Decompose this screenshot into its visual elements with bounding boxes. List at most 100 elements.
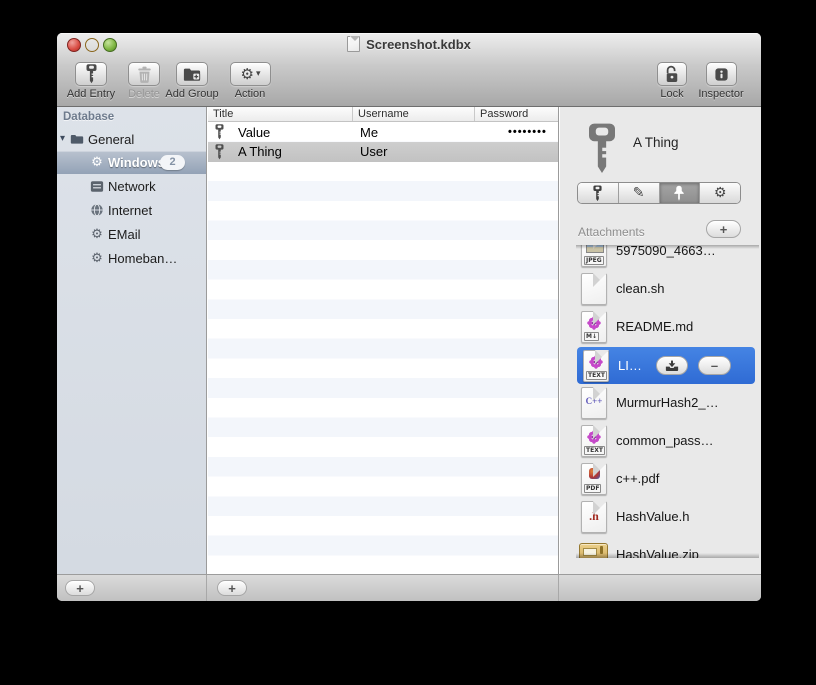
app-window: Screenshot.kdbx Add Entry Delete Add Gro…	[57, 33, 761, 601]
attachment-item[interactable]: JPEG 5975090_4663…	[576, 245, 759, 267]
jpeg-file-icon: JPEG	[581, 245, 607, 267]
attachment-name: HashValue.h	[616, 509, 690, 524]
add-entry-button[interactable]	[75, 62, 107, 86]
sidebar-divider[interactable]	[206, 107, 207, 575]
cpp-glyph: C++	[585, 396, 603, 406]
sidebar-item-network[interactable]: Network	[57, 175, 206, 197]
delete-button[interactable]	[128, 62, 160, 86]
flower-icon	[584, 355, 608, 369]
add-group-bottom-button[interactable]: +	[65, 580, 95, 596]
key-icon	[593, 185, 602, 202]
attachment-name: HashValue.zip	[616, 547, 699, 558]
document-icon	[347, 36, 361, 52]
group-sidebar: Database ▾ General ⚙ Windows 2 Network I…	[57, 107, 206, 575]
key-icon	[86, 64, 97, 84]
sidebar-item-email[interactable]: ⚙ EMail	[57, 223, 206, 245]
attachments-list: JPEG 5975090_4663… clean.sh M↓ README.md…	[576, 245, 759, 558]
cell-password: ••••••••	[508, 126, 547, 138]
cell-username: Me	[360, 124, 379, 140]
remove-attachment-button[interactable]: –	[698, 356, 731, 375]
gear-icon: ⚙	[91, 155, 103, 170]
inspector-entry-title: A Thing	[633, 135, 679, 150]
plus-icon: +	[719, 221, 728, 237]
content-area: Database ▾ General ⚙ Windows 2 Network I…	[57, 107, 761, 575]
plus-icon: +	[228, 580, 236, 596]
info-icon	[714, 67, 729, 82]
markdown-file-icon: M↓	[581, 311, 607, 343]
attachment-name: MurmurHash2_…	[616, 395, 719, 410]
delete-label: Delete	[128, 88, 160, 100]
table-row-selected[interactable]: A Thing User	[208, 141, 558, 162]
attachments-label: Attachments	[578, 225, 645, 239]
add-group-label: Add Group	[165, 88, 219, 100]
file-type-badge: M↓	[584, 332, 599, 341]
sidebar-section-header: Database	[63, 111, 115, 123]
zoom-button[interactable]	[103, 38, 117, 52]
column-header-password[interactable]: Password	[475, 107, 558, 121]
attachment-item[interactable]: PDF c++.pdf	[576, 463, 759, 495]
attachment-item[interactable]: .h HashValue.h	[576, 501, 759, 533]
disclosure-triangle-icon[interactable]: ▾	[60, 134, 65, 144]
inspector-button[interactable]	[706, 62, 737, 86]
attachment-item-selected[interactable]: TEXT LI… –	[577, 347, 755, 384]
zip-file-icon	[579, 543, 608, 558]
dropdown-arrow-icon: ▾	[255, 68, 261, 79]
add-group-button[interactable]	[176, 62, 208, 86]
attachment-item[interactable]: M↓ README.md	[576, 311, 759, 343]
titlebar[interactable]: Screenshot.kdbx	[57, 33, 761, 55]
desktop-background: Screenshot.kdbx Add Entry Delete Add Gro…	[0, 0, 816, 685]
table-row[interactable]: Value Me ••••••••	[208, 122, 558, 142]
action-label: Action	[234, 88, 266, 100]
attachment-item[interactable]: HashValue.zip	[576, 539, 759, 558]
add-attachment-button[interactable]: +	[706, 220, 741, 238]
file-type-badge: JPEG	[584, 256, 604, 265]
inspector-panel: A Thing ✎ ⚙ Attachments + JPEG 5975090_4…	[560, 107, 761, 575]
attachment-item[interactable]: TEXT common_pass…	[576, 425, 759, 457]
text-file-icon: TEXT	[581, 425, 607, 457]
add-entry-bottom-button[interactable]: +	[217, 580, 247, 596]
pdf-file-icon: PDF	[581, 463, 607, 495]
cell-title: Value	[238, 124, 271, 140]
text-file-icon: TEXT	[583, 350, 609, 382]
minimize-button[interactable]	[85, 38, 99, 52]
gear-icon: ⚙	[713, 185, 727, 201]
tab-key[interactable]	[578, 183, 619, 203]
sidebar-item-general[interactable]: ▾ General	[57, 128, 206, 150]
globe-icon	[90, 203, 104, 217]
sidebar-item-internet[interactable]: Internet	[57, 199, 206, 221]
tab-settings[interactable]: ⚙	[700, 183, 740, 203]
sidebar-item-label: Internet	[108, 202, 153, 218]
table-header: Title Username Password	[208, 107, 558, 122]
folder-icon	[70, 132, 84, 146]
bottom-bar: + +	[57, 574, 761, 601]
pdf-graphic	[588, 468, 600, 479]
column-header-username[interactable]: Username	[353, 107, 475, 121]
lock-button[interactable]	[657, 62, 687, 86]
flower-icon	[582, 430, 606, 444]
attachment-item[interactable]: clean.sh	[576, 273, 759, 305]
add-entry-label: Add Entry	[66, 88, 116, 100]
table-divider[interactable]	[558, 107, 559, 575]
file-type-badge: TEXT	[586, 371, 607, 380]
window-chrome: Screenshot.kdbx Add Entry Delete Add Gro…	[57, 33, 761, 107]
bottom-bar-divider	[558, 575, 559, 601]
attachment-name: clean.sh	[616, 281, 665, 296]
sidebar-item-label: EMail	[108, 226, 141, 242]
tab-attachments[interactable]	[659, 183, 701, 203]
cell-username: User	[360, 144, 388, 160]
cell-title: A Thing	[238, 144, 282, 160]
pencil-icon: ✎	[632, 185, 645, 201]
sidebar-item-windows[interactable]: ⚙ Windows 2	[57, 151, 206, 174]
sidebar-item-label: Homeban…	[108, 250, 178, 266]
photo-thumbnail	[586, 245, 604, 253]
attachment-item[interactable]: C++ MurmurHash2_…	[576, 387, 759, 419]
action-button[interactable]: ⚙ ▾	[230, 62, 271, 86]
save-attachment-button[interactable]	[656, 356, 688, 375]
attachment-name: LI…	[618, 358, 642, 373]
column-header-title[interactable]: Title	[208, 107, 353, 121]
tab-notes[interactable]: ✎	[618, 183, 660, 203]
close-button[interactable]	[67, 38, 81, 52]
sidebar-item-homebanking[interactable]: ⚙ Homeban…	[57, 247, 206, 269]
export-icon	[665, 360, 679, 372]
pin-icon	[673, 185, 685, 201]
